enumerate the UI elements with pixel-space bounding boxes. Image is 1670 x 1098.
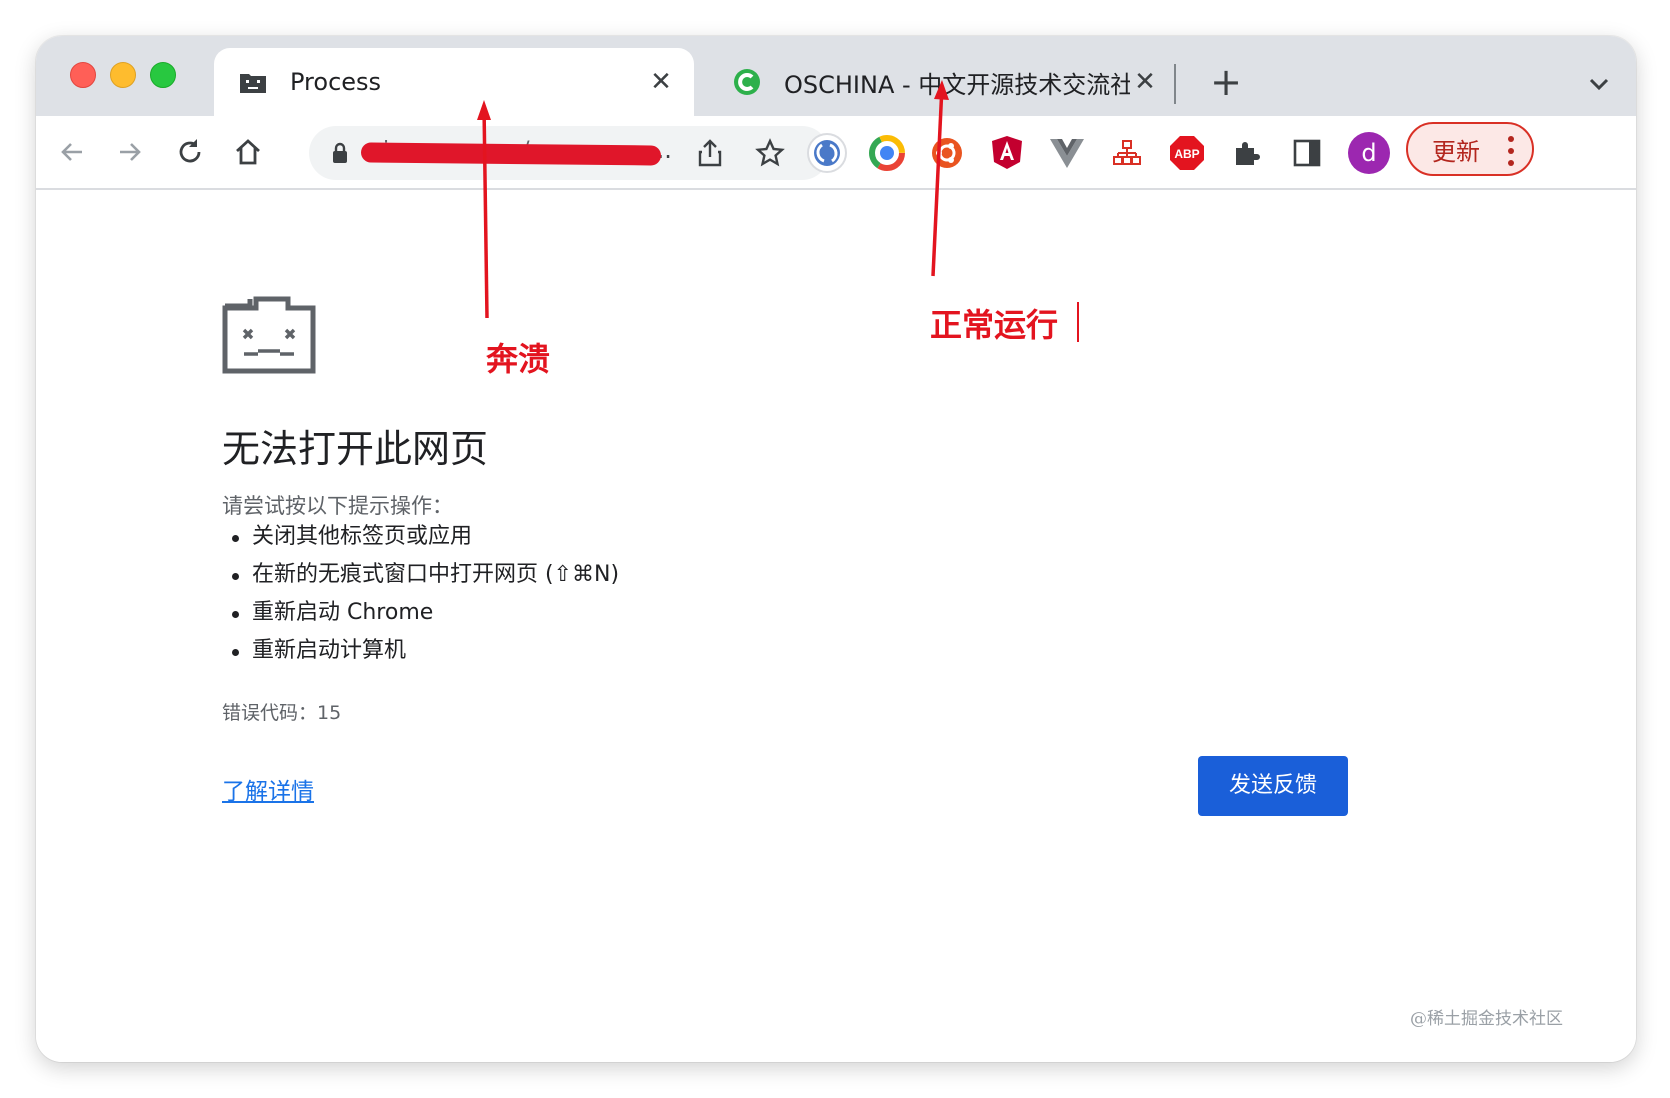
oschina-logo-icon xyxy=(732,67,762,97)
back-arrow-icon[interactable] xyxy=(50,130,94,174)
puzzle-extensions-icon[interactable] xyxy=(1226,132,1268,174)
error-code: 错误代码：15 xyxy=(222,702,342,724)
send-feedback-button[interactable]: 发送反馈 xyxy=(1198,756,1348,816)
abp-ext-icon[interactable]: ABP xyxy=(1166,132,1208,174)
update-chrome-button[interactable]: 更新 xyxy=(1406,122,1534,176)
chevron-down-icon[interactable] xyxy=(1581,66,1617,102)
vue-ext-icon[interactable] xyxy=(1046,132,1088,174)
zoom-window-button[interactable] xyxy=(150,62,176,88)
tab-strip: Process ✕ OSCHINA - 中文开源技术交流社 ✕ + xyxy=(36,36,1636,116)
suggestion-item: 在新的无痕式窗口中打开网页 (⇧⌘N) xyxy=(222,556,619,594)
screenshot-stage: Process ✕ OSCHINA - 中文开源技术交流社 ✕ + ... AB… xyxy=(0,0,1670,1098)
watermark: @稀土掘金技术社区 xyxy=(1410,1009,1563,1029)
suggestion-list: 关闭其他标签页或应用 在新的无痕式窗口中打开网页 (⇧⌘N) 重新启动 Chro… xyxy=(222,518,619,670)
tab-divider xyxy=(1174,64,1176,104)
running-annotation: 正常运行 xyxy=(930,306,1059,344)
new-tab-button[interactable]: + xyxy=(1204,62,1248,106)
tab-title: Process xyxy=(290,68,382,96)
minimize-window-button[interactable] xyxy=(110,62,136,88)
tab-close-button[interactable]: ✕ xyxy=(646,67,676,97)
bookmark-star-icon[interactable] xyxy=(755,138,785,172)
home-icon[interactable] xyxy=(226,130,270,174)
org-chart-ext-icon[interactable] xyxy=(1106,132,1148,174)
error-page: 无法打开此网页 请尝试按以下提示操作： 关闭其他标签页或应用 在新的无痕式窗口中… xyxy=(36,190,1636,1062)
tab-close-button[interactable]: ✕ xyxy=(1130,67,1160,97)
ubuntu-ext-icon[interactable] xyxy=(926,132,968,174)
tab-oschina[interactable]: OSCHINA - 中文开源技术交流社 ✕ xyxy=(708,48,1178,116)
suggestion-item: 重新启动计算机 xyxy=(222,632,619,670)
crashed-annotation: 奔溃 xyxy=(486,340,551,378)
sad-folder-icon xyxy=(222,296,316,374)
lock-icon xyxy=(331,142,349,168)
address-bar[interactable]: pi r y oorm cn/ ... xyxy=(309,126,829,180)
angular-ext-icon[interactable] xyxy=(986,132,1028,174)
sync-ext-icon[interactable] xyxy=(806,132,848,174)
suggestion-item: 关闭其他标签页或应用 xyxy=(222,518,619,556)
reload-icon[interactable] xyxy=(168,130,212,174)
browser-toolbar: pi r y oorm cn/ ... xyxy=(36,116,1636,190)
error-heading: 无法打开此网页 xyxy=(222,427,489,471)
close-window-button[interactable] xyxy=(70,62,96,88)
tab-title: OSCHINA - 中文开源技术交流社 xyxy=(784,70,1130,99)
browser-window: Process ✕ OSCHINA - 中文开源技术交流社 ✕ + ... AB… xyxy=(36,36,1636,1062)
suggestion-item: 重新启动 Chrome xyxy=(222,594,619,632)
side-panel-icon[interactable] xyxy=(1286,132,1328,174)
forward-arrow-icon[interactable] xyxy=(108,130,152,174)
update-label: 更新 xyxy=(1432,137,1480,166)
abp-ext-label: ABP xyxy=(1174,147,1199,161)
suggestion-intro: 请尝试按以下提示操作： xyxy=(222,494,453,518)
share-icon[interactable] xyxy=(697,138,723,172)
url-redaction-mark xyxy=(360,142,662,166)
learn-more-link[interactable]: 了解详情 xyxy=(222,772,314,806)
kebab-menu-icon[interactable] xyxy=(1508,136,1514,166)
sad-folder-icon xyxy=(238,67,268,97)
chrome-color-ext-icon[interactable] xyxy=(866,132,908,174)
tab-process[interactable]: Process ✕ xyxy=(214,48,694,116)
profile-avatar[interactable]: d xyxy=(1348,132,1390,174)
